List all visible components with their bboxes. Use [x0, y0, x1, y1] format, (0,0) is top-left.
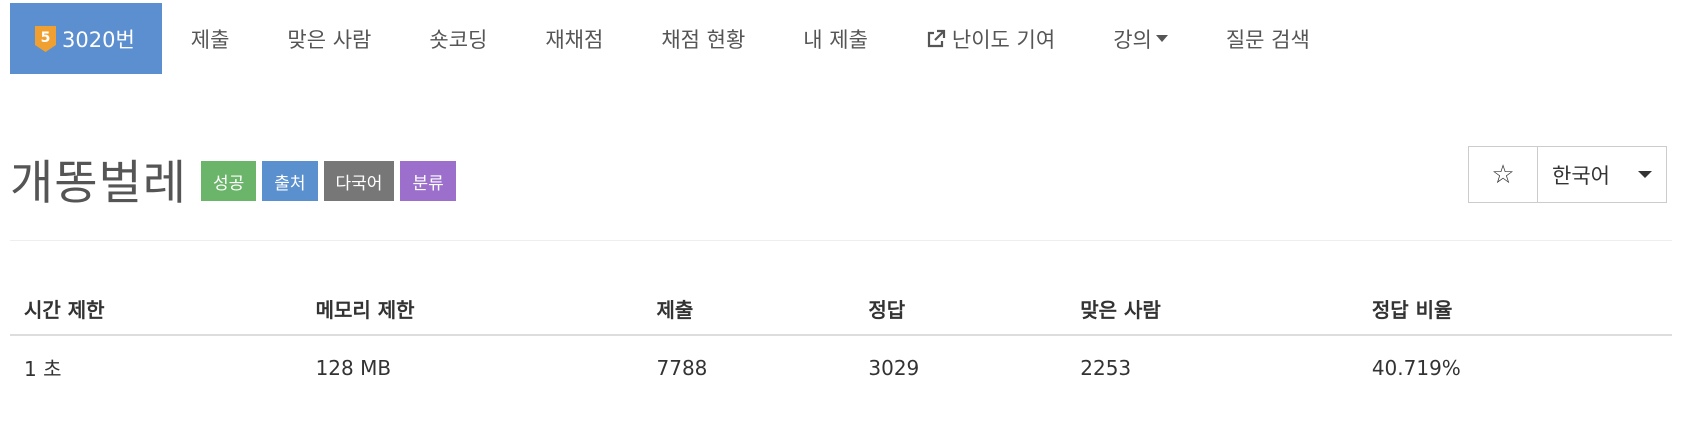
nav-accepted-users[interactable]: 맞은 사람 [258, 3, 400, 74]
problem-info-table: 시간 제한 메모리 제한 제출 정답 맞은 사람 정답 비율 1 초 128 M… [10, 283, 1672, 399]
nav-problem-number[interactable]: 5 3020번 [10, 3, 162, 74]
divider [10, 240, 1672, 241]
nav-my-submissions-label: 내 제출 [803, 27, 868, 52]
nav-question-search-label: 질문 검색 [1225, 27, 1310, 52]
nav-submit[interactable]: 제출 [162, 3, 259, 74]
nav-status[interactable]: 채점 현황 [632, 3, 774, 74]
header-memory-limit: 메모리 제한 [301, 283, 643, 336]
table-row: 1 초 128 MB 7788 3029 2253 40.719% [10, 335, 1672, 399]
label-success[interactable]: 성공 [200, 161, 257, 201]
favorite-star-button[interactable]: ☆ [1469, 147, 1538, 202]
caret-down-icon [1155, 35, 1168, 42]
star-icon: ☆ [1491, 159, 1515, 190]
cell-submissions: 7788 [656, 355, 708, 380]
nav-short-coding-label: 숏코딩 [429, 27, 488, 52]
nav-lecture-label: 강의 [1113, 27, 1152, 52]
nav-difficulty-contribute[interactable]: 난이도 기여 [897, 3, 1084, 74]
cell-accept-ratio: 40.719% [1371, 355, 1461, 380]
cell-accepted: 3029 [868, 355, 920, 380]
svg-text:5: 5 [41, 30, 51, 46]
nav-difficulty-contribute-label: 난이도 기여 [951, 27, 1056, 52]
language-select[interactable]: 한국어 [1538, 147, 1666, 202]
table-header-row: 시간 제한 메모리 제한 제출 정답 맞은 사람 정답 비율 [10, 283, 1672, 336]
nav-submit-label: 제출 [190, 27, 230, 52]
nav-lecture-dropdown[interactable]: 강의 [1084, 3, 1197, 74]
page-title: 개똥벌레 [10, 155, 187, 211]
nav-short-coding[interactable]: 숏코딩 [400, 3, 516, 74]
nav-accepted-users-label: 맞은 사람 [287, 27, 372, 52]
language-select-value: 한국어 [1552, 163, 1610, 188]
nav-my-submissions[interactable]: 내 제출 [774, 3, 897, 74]
nav-status-label: 채점 현황 [661, 27, 746, 52]
problem-title-row: 개똥벌레 성공 출처 다국어 분류 [10, 142, 462, 214]
cell-time-limit: 1 초 [24, 357, 62, 381]
nav-rejudge-label: 재채점 [545, 27, 604, 52]
label-category[interactable]: 분류 [400, 161, 456, 201]
label-multilingual[interactable]: 다국어 [323, 161, 395, 201]
header-accepted-users: 맞은 사람 [1066, 283, 1358, 336]
nav-rejudge[interactable]: 재채점 [516, 3, 632, 74]
header-submissions: 제출 [642, 283, 855, 336]
header-accept-ratio: 정답 비율 [1357, 283, 1672, 336]
problem-nav: 5 3020번 제출 맞은 사람 숏코딩 재채점 채점 현황 내 제출 난이도 … [10, 3, 1339, 74]
nav-question-search[interactable]: 질문 검색 [1197, 3, 1339, 74]
problem-actions: ☆ 한국어 [1468, 146, 1667, 203]
cell-memory-limit: 128 MB [315, 355, 392, 380]
nav-problem-number-label: 3020번 [62, 27, 135, 52]
header-time-limit: 시간 제한 [10, 283, 302, 336]
header-accepted: 정답 [854, 283, 1067, 336]
external-link-icon [926, 29, 946, 49]
cell-accepted-users: 2253 [1080, 355, 1132, 380]
caret-down-icon [1638, 171, 1652, 178]
label-source[interactable]: 출처 [262, 161, 318, 201]
tier-badge-icon: 5 [35, 25, 56, 52]
